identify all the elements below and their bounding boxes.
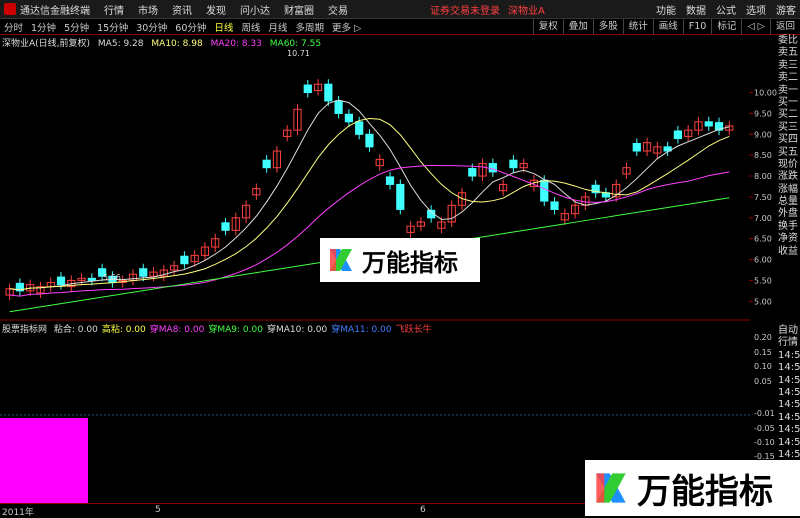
- high-price-label: 10.71: [287, 49, 310, 58]
- ma10-label: MA10: 8.98: [151, 39, 203, 49]
- candle-body: [396, 183, 405, 210]
- tick-label-4: 14:56: [778, 374, 800, 386]
- candle-body: [334, 100, 343, 114]
- indicator-tick-3: 0.05: [754, 377, 772, 386]
- tick-label-2: 14:56: [778, 349, 800, 361]
- quote-label-1: 卖五: [778, 47, 798, 59]
- ma5-label: MA5: 9.28: [97, 39, 144, 49]
- candle-body: [540, 179, 549, 202]
- watermark-text: 万能指标: [637, 471, 773, 512]
- candle-body: [221, 222, 230, 231]
- indicator-tick-6: -0.10: [754, 438, 775, 447]
- ma60-label: MA60: 7.55: [269, 39, 322, 49]
- indicator-tick-4: -0.01: [754, 409, 775, 418]
- candle-body: [303, 84, 312, 94]
- tick-label-1: 行情: [778, 337, 798, 349]
- candle-body: [550, 201, 559, 210]
- price-tick-4: 8.00: [754, 172, 772, 181]
- candle-body: [365, 133, 374, 148]
- quote-label-9: 买五: [778, 146, 798, 158]
- ma20-label: MA20: 8.33: [210, 39, 262, 49]
- date-label-1: 5: [155, 505, 161, 515]
- watermark-logo-icon: [596, 473, 626, 503]
- watermark-corner: 万能指标: [585, 460, 800, 516]
- price-tick-8: 6.00: [754, 256, 772, 265]
- indicator-tick-2: 0.10: [754, 362, 772, 371]
- price-tick-10: 5.00: [754, 297, 772, 306]
- quote-label-5: 买一: [778, 96, 798, 108]
- quote-label-16: 净资: [778, 233, 798, 245]
- candle-body: [509, 159, 518, 169]
- candle-body: [468, 168, 477, 177]
- quote-label-4: 卖一: [778, 84, 798, 96]
- price-tick-6: 7.00: [754, 214, 772, 223]
- candle-body: [87, 277, 96, 281]
- watermark-text: 万能指标: [362, 248, 458, 277]
- candle-body: [704, 121, 713, 127]
- indicator-item-5: 穿MA11: 0.00: [331, 325, 392, 335]
- candle-body: [488, 163, 497, 173]
- indicator-item-6: 飞跃长牛: [395, 325, 432, 335]
- tick-label-7: 14:56: [778, 411, 800, 423]
- date-label-0: 2011年: [2, 508, 34, 518]
- main-legend: 深物业A(日线,前复权) MA5: 9.28 MA10: 8.98 MA20: …: [2, 36, 326, 49]
- candle-body: [56, 276, 66, 286]
- security-chart-label: 深物业A(日线,前复权): [2, 39, 91, 49]
- quote-label-17: 收益: [778, 245, 798, 257]
- tick-label-6: 14:56: [778, 399, 800, 411]
- quote-label-14: 外盘: [778, 208, 798, 220]
- indicator-bar: [0, 418, 88, 503]
- tick-label-9: 14:56: [778, 436, 800, 448]
- candle-body: [180, 255, 189, 265]
- quote-label-3: 卖二: [778, 72, 798, 84]
- quote-label-0: 委比: [778, 35, 798, 46]
- quote-label-13: 总量: [778, 196, 798, 208]
- tick-label-0: 自动: [778, 325, 798, 336]
- indicator-tick-0: 0.20: [754, 333, 772, 342]
- candle-body: [344, 113, 353, 123]
- quote-label-12: 涨幅: [778, 183, 798, 195]
- indicator-legend: 股票指标网 粘合: 0.00 高粘: 0.00 穿MA8: 0.00 穿MA9: 0.…: [2, 322, 436, 335]
- candle-body: [632, 143, 641, 152]
- candle-body: [139, 268, 148, 277]
- watermark-center: 万能指标: [320, 238, 480, 282]
- quote-label-15: 换手: [778, 220, 798, 232]
- price-tick-5: 7.50: [754, 193, 772, 202]
- watermark-logo-icon: [328, 247, 354, 273]
- price-tick-1: 9.50: [754, 109, 772, 118]
- price-tick-2: 9.00: [754, 130, 772, 139]
- tick-label-5: 14:56: [778, 387, 800, 399]
- quote-label-2: 卖三: [778, 59, 798, 71]
- indicator-tick-5: -0.05: [754, 424, 775, 433]
- indicator-item-4: 穿MA10: 0.00: [266, 325, 328, 335]
- low-price-label: 5.66: [103, 273, 121, 282]
- price-tick-7: 6.50: [754, 235, 772, 244]
- quote-label-10: 现价: [778, 158, 798, 170]
- indicator-name[interactable]: 股票指标网: [2, 325, 47, 335]
- quote-label-8: 买四: [778, 134, 798, 146]
- indicator-item-1: 高粘: 0.00: [101, 325, 146, 335]
- tick-label-8: 14:56: [778, 424, 800, 436]
- quote-label-6: 买二: [778, 109, 798, 121]
- indicator-item-0: 粘合: 0.00: [53, 325, 98, 335]
- quote-label-7: 买三: [778, 121, 798, 133]
- candle-body: [385, 176, 395, 185]
- indicator-tick-1: 0.15: [754, 348, 772, 357]
- tick-label-3: 14:56: [778, 362, 800, 374]
- price-tick-9: 5.50: [754, 276, 772, 285]
- price-tick-0: 10.00: [754, 89, 777, 98]
- indicator-item-3: 穿MA9: 0.00: [208, 325, 263, 335]
- indicator-item-2: 穿MA8: 0.00: [149, 325, 205, 335]
- quote-panel: 委比 卖五 卖三 卖二 卖一 买一 买二 买三 买四 买五 现价 涨跌 涨幅 总量 外盘 换手 净资 收益: [778, 35, 800, 325]
- candle-body: [355, 121, 364, 135]
- date-label-2: 6: [420, 505, 426, 515]
- candle-body: [262, 159, 271, 169]
- candle-body: [673, 130, 683, 139]
- price-tick-3: 8.50: [754, 151, 772, 160]
- candle-body: [324, 83, 333, 102]
- quote-label-11: 涨跌: [778, 171, 798, 183]
